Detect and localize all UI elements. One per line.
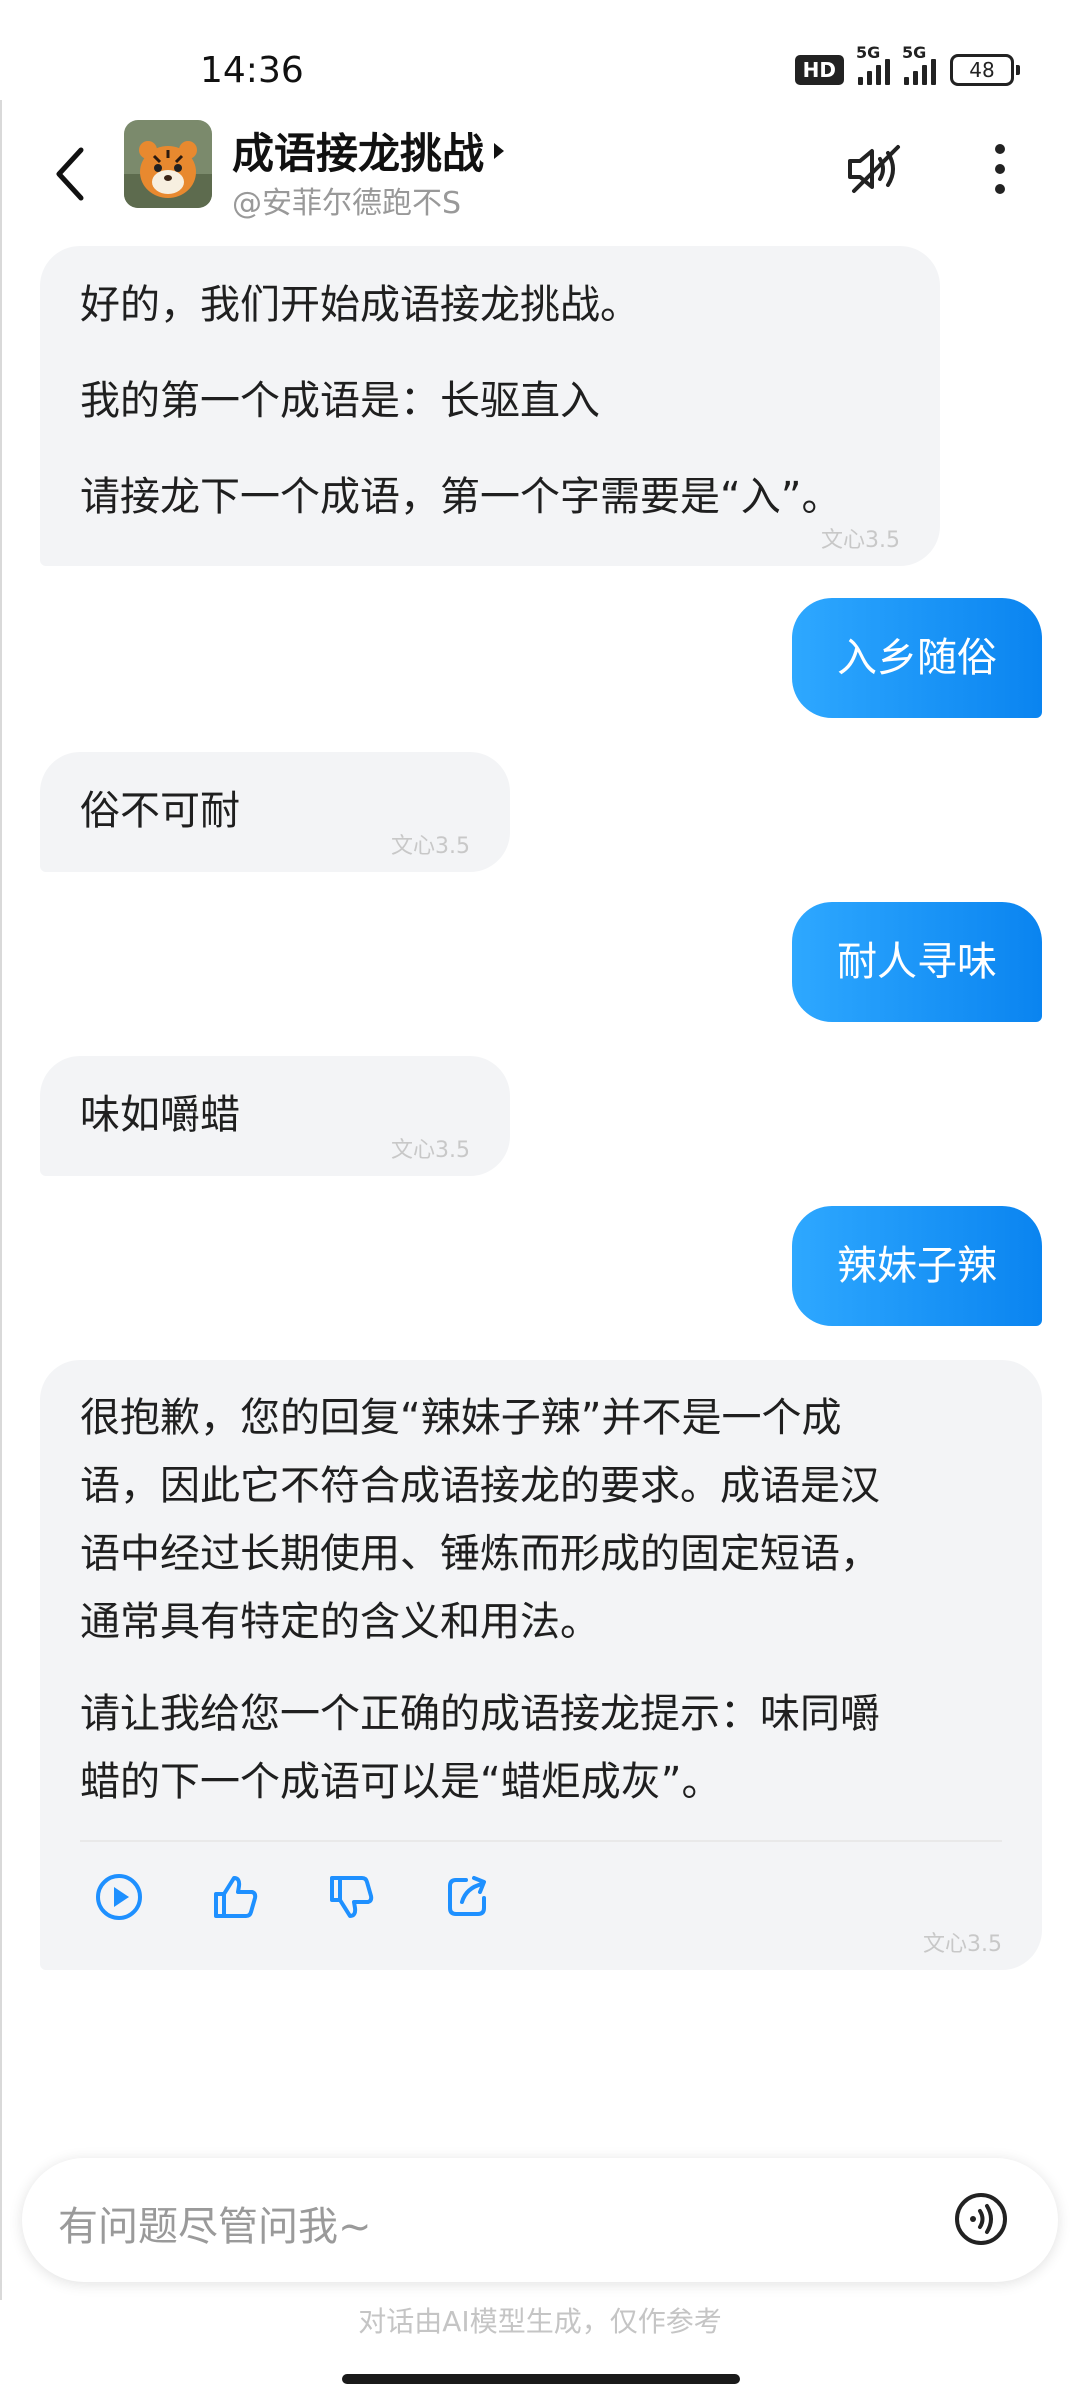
model-tag: 文心3.5 [821,528,900,553]
thumbs-up-icon [214,1876,258,1918]
hd-voice-badge: HD [794,55,844,85]
bot-message[interactable]: 很抱歉，您的回复“辣妹子辣”并不是一个成 语，因此它不符合成语接龙的要求。成语是… [40,1360,1042,1970]
message-actions [80,1864,1002,1930]
message-text: 蜡的下一个成语可以是“蜡炬成灰”。 [80,1759,722,1805]
play-button[interactable] [86,1864,152,1930]
chat-title[interactable]: 成语接龙挑战 [232,120,506,181]
user-message[interactable]: 辣妹子辣 [792,1206,1042,1326]
message-text: 通常具有特定的含义和用法。 [80,1599,600,1645]
more-vertical-icon [995,144,1005,194]
bot-message[interactable]: 味如嚼蜡 文心3.5 [40,1056,510,1176]
chevron-left-icon [56,147,84,201]
chat-title-text: 成语接龙挑战 [232,129,485,178]
status-time: 14:36 [200,50,304,91]
message-text: 耐人寻味 [837,939,997,985]
model-tag: 文心3.5 [923,1932,1002,1957]
message-paragraph: 请让我给您一个正确的成语接龙提示：味同嚼 蜡的下一个成语可以是“蜡炬成灰”。 [80,1680,1002,1816]
voice-wave-icon [955,2193,1007,2245]
message-input[interactable]: 有问题尽管问我~ [22,2158,1058,2282]
mute-button[interactable] [840,134,910,204]
screen-edge [0,100,2,2300]
home-indicator[interactable] [342,2374,740,2384]
message-text: 语，因此它不符合成语接龙的要求。成语是汉 [80,1463,880,1509]
signal-1-tag: 5G [856,43,881,62]
share-icon [448,1876,486,1916]
chat-screen: 14:36 HD 5G 5G 48 成语接龙挑战 @安菲尔德跑不S 好的，我们开… [0,0,1080,2400]
play-icon [96,1874,142,1920]
dislike-button[interactable] [318,1864,384,1930]
user-message[interactable]: 入乡随俗 [792,598,1042,718]
signal-2-icon: 5G [902,43,936,85]
message-text: 辣妹子辣 [837,1243,997,1289]
thumbs-down-icon [330,1876,374,1918]
message-paragraph: 很抱歉，您的回复“辣妹子辣”并不是一个成 语，因此它不符合成语接龙的要求。成语是… [80,1384,1002,1656]
signal-2-tag: 5G [902,43,927,62]
more-button[interactable] [980,134,1020,204]
avatar[interactable] [124,120,212,208]
message-text: 入乡随俗 [837,635,997,681]
divider [80,1840,1002,1842]
speaker-muted-icon [848,145,900,193]
message-text: 请接龙下一个成语，第一个字需要是“入”。 [80,474,842,520]
user-message[interactable]: 耐人寻味 [792,902,1042,1022]
tiger-avatar-image [124,120,212,208]
message-text: 我的第一个成语是：长驱直入 [80,378,600,424]
model-tag: 文心3.5 [391,1138,470,1163]
voice-button[interactable] [950,2188,1012,2250]
like-button[interactable] [202,1864,268,1930]
message-text: 好的，我们开始成语接龙挑战。 [80,282,640,328]
chat-header: 成语接龙挑战 @安菲尔德跑不S [0,120,1080,230]
signal-1-icon: 5G [856,43,890,85]
input-placeholder: 有问题尽管问我~ [58,2204,372,2250]
status-icons: HD 5G 5G 48 [794,43,1020,86]
bot-message[interactable]: 俗不可耐 文心3.5 [40,752,510,872]
model-tag: 文心3.5 [391,834,470,859]
caret-right-icon [494,142,505,159]
back-button[interactable] [40,134,100,214]
message-text: 语中经过长期使用、锤炼而形成的固定短语， [80,1531,880,1577]
ai-disclaimer: 对话由AI模型生成，仅作参考 [358,2305,722,2338]
chat-subtitle: @安菲尔德跑不S [232,186,462,221]
battery-level: 48 [950,54,1014,86]
message-text: 请让我给您一个正确的成语接龙提示：味同嚼 [80,1691,880,1737]
message-text: 很抱歉，您的回复“辣妹子辣”并不是一个成 [80,1395,842,1441]
status-bar: 14:36 HD 5G 5G 48 [0,0,1080,120]
battery-icon: 48 [950,54,1020,86]
bot-message[interactable]: 好的，我们开始成语接龙挑战。 我的第一个成语是：长驱直入 请接龙下一个成语，第一… [40,246,940,566]
share-button[interactable] [434,1864,500,1930]
